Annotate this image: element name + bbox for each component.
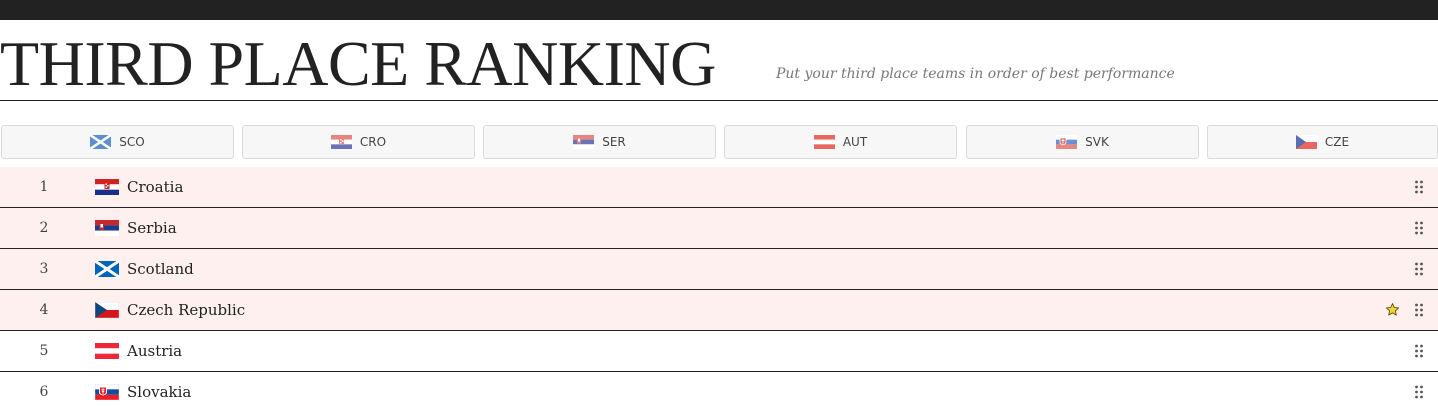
drag-handle-icon[interactable] <box>1414 180 1424 194</box>
austria-flag-icon <box>95 343 119 359</box>
team-chip-sco[interactable]: SCO <box>1 125 234 159</box>
page-subtitle: Put your third place teams in order of b… <box>776 66 1175 82</box>
team-chip-ser[interactable]: SER <box>483 125 716 159</box>
czech-flag-icon <box>95 302 119 318</box>
team-name: Austria <box>127 342 183 360</box>
rank-number: 3 <box>39 261 49 277</box>
team-chip-svk[interactable]: SVK <box>966 125 1199 159</box>
team-name: Czech Republic <box>127 301 246 319</box>
chip-label: CZE <box>1324 135 1350 149</box>
team-chip-cze[interactable]: CZE <box>1207 125 1438 159</box>
chip-label: SER <box>602 135 626 149</box>
croatia-flag-icon <box>95 179 119 195</box>
rank-number: 5 <box>39 343 49 359</box>
ranking-row[interactable]: 3 Scotland <box>0 249 1438 290</box>
top-bar <box>0 0 1438 20</box>
team-chip-aut[interactable]: AUT <box>724 125 957 159</box>
chip-label: AUT <box>842 135 868 149</box>
austria-flag-icon <box>813 135 835 149</box>
team-chip-bar: SCO CRO SER AUT SVK CZE <box>0 125 1438 159</box>
drag-handle-icon[interactable] <box>1414 344 1424 358</box>
page-title: THIRD PLACE RANKING <box>0 28 716 99</box>
ranking-row[interactable]: 4 Czech Republic <box>0 290 1438 331</box>
drag-handle-icon[interactable] <box>1414 221 1424 235</box>
czech-flag-icon <box>1295 135 1317 149</box>
drag-handle-icon[interactable] <box>1414 303 1424 317</box>
page-header: THIRD PLACE RANKING Put your third place… <box>0 20 1438 101</box>
slovakia-flag-icon <box>95 384 119 400</box>
ranking-row[interactable]: 2 Serbia <box>0 208 1438 249</box>
ranking-row[interactable]: 6 Slovakia <box>0 372 1438 406</box>
team-name: Scotland <box>127 260 194 278</box>
team-chip-cro[interactable]: CRO <box>242 125 475 159</box>
drag-handle-icon[interactable] <box>1414 262 1424 276</box>
rank-number: 6 <box>39 384 49 400</box>
rank-number: 4 <box>39 302 49 318</box>
rank-number: 2 <box>39 220 49 236</box>
team-name: Serbia <box>127 219 177 237</box>
star-icon <box>1385 303 1400 316</box>
rank-number: 1 <box>39 179 49 195</box>
ranking-row[interactable]: 5 Austria <box>0 331 1438 372</box>
scotland-flag-icon <box>90 135 112 149</box>
serbia-flag-icon <box>95 220 119 236</box>
chip-label: SCO <box>119 135 145 149</box>
slovakia-flag-icon <box>1056 135 1078 149</box>
drag-handle-icon[interactable] <box>1414 385 1424 399</box>
croatia-flag-icon <box>330 135 352 149</box>
team-name: Croatia <box>127 178 184 196</box>
serbia-flag-icon <box>573 135 595 149</box>
scotland-flag-icon <box>95 261 119 277</box>
chip-label: SVK <box>1085 135 1109 149</box>
ranking-row[interactable]: 1 Croatia <box>0 167 1438 208</box>
team-name: Slovakia <box>127 383 192 401</box>
chip-label: CRO <box>359 135 387 149</box>
